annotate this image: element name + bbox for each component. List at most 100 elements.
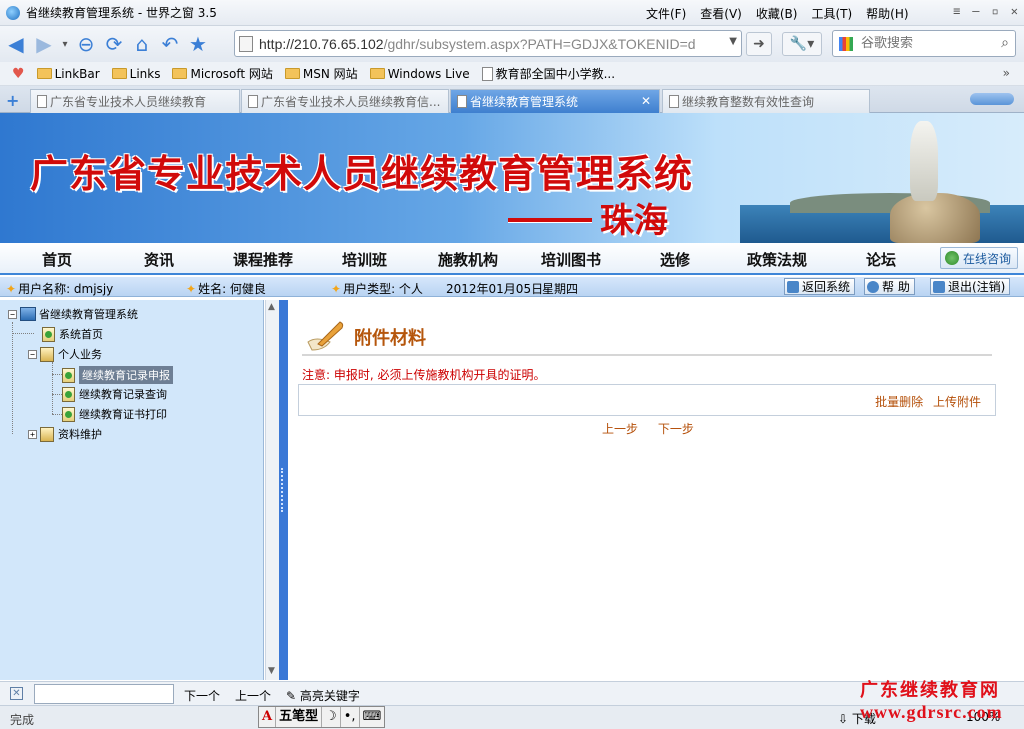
bookmark-windows-live[interactable]: Windows Live bbox=[369, 67, 470, 81]
address-dropdown-icon[interactable]: ▼ bbox=[729, 36, 737, 47]
section-title: 附件材料 bbox=[354, 328, 426, 349]
menu-file[interactable]: 文件(F) bbox=[646, 5, 686, 22]
document-icon bbox=[62, 386, 75, 402]
expand-icon[interactable]: + bbox=[28, 429, 37, 439]
menu-help[interactable]: 帮助(H) bbox=[866, 5, 908, 22]
menu-favorites[interactable]: 收藏(B) bbox=[756, 5, 798, 22]
nav-forum[interactable]: 论坛 bbox=[866, 249, 896, 270]
search-input[interactable] bbox=[861, 36, 981, 51]
prev-step-link[interactable]: 上一步 bbox=[602, 422, 638, 436]
nav-training-class[interactable]: 培训班 bbox=[342, 249, 387, 270]
computer-icon bbox=[20, 307, 36, 321]
back-icon[interactable]: ◀ bbox=[4, 32, 28, 56]
bookmark-msn[interactable]: MSN 网站 bbox=[284, 65, 358, 82]
ime-keyboard-icon[interactable]: ⌨ bbox=[360, 707, 385, 727]
site-watermark: 广东继续教育网 www.gdrsrc.com bbox=[860, 682, 1024, 722]
usertype-field: ✦ 用户类型: 个人 bbox=[331, 282, 423, 296]
tab-scroll-control[interactable] bbox=[970, 93, 1014, 105]
help-button[interactable]: 帮 助 bbox=[864, 278, 915, 295]
refresh-icon[interactable]: ⟳ bbox=[102, 32, 126, 56]
nav-electives[interactable]: 选修 bbox=[660, 249, 690, 270]
favorites-heart-icon[interactable]: ♥ bbox=[12, 66, 25, 82]
nav-institutions[interactable]: 施教机构 bbox=[438, 249, 498, 270]
address-bar[interactable]: http://210.76.65.102/gdhr/subsystem.aspx… bbox=[234, 30, 742, 57]
find-input[interactable] bbox=[34, 684, 174, 704]
stop-icon[interactable]: ⊖ bbox=[74, 32, 98, 56]
monitor-icon bbox=[787, 280, 799, 293]
menu-tools[interactable]: 工具(T) bbox=[811, 5, 852, 22]
page-icon bbox=[481, 66, 493, 81]
section-divider bbox=[302, 354, 992, 356]
next-step-link[interactable]: 下一步 bbox=[658, 422, 694, 436]
nav-news[interactable]: 资讯 bbox=[144, 249, 174, 270]
scroll-down-icon[interactable]: ▼ bbox=[268, 666, 275, 676]
page-icon bbox=[248, 95, 258, 108]
menu-view[interactable]: 查看(V) bbox=[700, 5, 742, 22]
ime-wubi-label[interactable]: 五笔型 bbox=[276, 707, 323, 727]
nav-training-books[interactable]: 培训图书 bbox=[541, 249, 601, 270]
return-system-button[interactable]: 返回系统 bbox=[784, 278, 856, 295]
maximize-icon[interactable]: ▫ bbox=[992, 4, 999, 18]
tree-item-record-query[interactable]: 继续教育记录查询 bbox=[62, 386, 167, 402]
tools-wrench-button[interactable]: 🔧▾ bbox=[782, 32, 822, 56]
close-icon[interactable]: ✕ bbox=[1011, 4, 1018, 18]
tab-4[interactable]: 继续教育整数有效性查询 bbox=[662, 89, 870, 113]
ime-punct-icon[interactable]: •, bbox=[341, 707, 360, 727]
notice-text: 注意: 申报时, 必须上传施教机构开具的证明。 bbox=[302, 368, 546, 382]
name-field: ✦ 姓名: 何健良 bbox=[186, 282, 266, 296]
logout-button[interactable]: 退出(注销) bbox=[930, 278, 1011, 295]
nav-home[interactable]: 首页 bbox=[42, 249, 72, 270]
find-next-button[interactable]: 下一个 bbox=[184, 687, 220, 704]
bookmark-microsoft[interactable]: Microsoft 网站 bbox=[172, 65, 273, 82]
new-tab-icon[interactable]: + bbox=[6, 91, 19, 110]
watermark-line2: www.gdrsrc.com bbox=[860, 702, 1003, 722]
folder-icon bbox=[40, 346, 54, 362]
menu-toggle-icon[interactable]: ≡ bbox=[953, 4, 960, 18]
document-icon bbox=[42, 326, 55, 342]
tab-close-icon[interactable]: ✕ bbox=[641, 94, 651, 108]
home-icon[interactable]: ⌂ bbox=[130, 32, 154, 56]
close-find-icon[interactable]: ✕ bbox=[10, 687, 23, 700]
tree-item-maintain[interactable]: + 资料维护 bbox=[28, 426, 102, 442]
tree-item-record-declare[interactable]: 继续教育记录申报 bbox=[62, 366, 173, 384]
tree-item-home[interactable]: 系统首页 bbox=[42, 326, 103, 342]
ime-halfwidth-icon[interactable]: ☽ bbox=[322, 707, 341, 727]
scroll-up-icon[interactable]: ▲ bbox=[268, 302, 275, 312]
tree-item-certificate-print[interactable]: 继续教育证书打印 bbox=[62, 406, 167, 422]
search-box[interactable]: ⌕ bbox=[832, 30, 1016, 57]
ime-mode-icon[interactable]: A bbox=[259, 707, 277, 727]
undo-close-icon[interactable]: ↶ bbox=[158, 32, 182, 56]
highlight-keyword-button[interactable]: ✎ 高亮关键字 bbox=[286, 687, 360, 704]
collapse-icon[interactable]: − bbox=[8, 309, 17, 319]
tab-2[interactable]: 广东省专业技术人员继续教育信... bbox=[241, 89, 449, 113]
tab-3-active[interactable]: 省继续教育管理系统 ✕ bbox=[450, 89, 660, 113]
folder-icon bbox=[111, 68, 127, 79]
minimize-icon[interactable]: – bbox=[972, 4, 979, 18]
favorite-star-icon[interactable]: ★ bbox=[186, 32, 210, 56]
splitter-grip[interactable] bbox=[281, 468, 285, 512]
nav-course-recommend[interactable]: 课程推荐 bbox=[233, 249, 293, 270]
online-consult-button[interactable]: 在线咨询 bbox=[940, 247, 1018, 269]
bookmark-linkbar[interactable]: LinkBar bbox=[36, 67, 100, 81]
date-text: 2012年01月05日 bbox=[446, 282, 544, 296]
tree-root[interactable]: − 省继续教育管理系统 bbox=[8, 306, 138, 322]
bookmark-moe[interactable]: 教育部全国中小学教... bbox=[481, 65, 615, 82]
search-icon[interactable]: ⌕ bbox=[1001, 35, 1009, 51]
nav-policies[interactable]: 政策法规 bbox=[747, 249, 807, 270]
find-prev-button[interactable]: 上一个 bbox=[235, 687, 271, 704]
more-bookmarks-icon[interactable]: » bbox=[1003, 66, 1010, 80]
bookmark-links[interactable]: Links bbox=[111, 67, 160, 81]
pane-splitter[interactable] bbox=[279, 300, 288, 680]
sidebar-scrollbar[interactable]: ▲ ▼ bbox=[265, 300, 279, 680]
go-button[interactable]: ➜ bbox=[746, 32, 772, 56]
forward-icon[interactable]: ▶ bbox=[32, 32, 56, 56]
upload-attachment-link[interactable]: 上传附件 bbox=[933, 395, 981, 409]
batch-delete-link[interactable]: 批量删除 bbox=[875, 395, 923, 409]
tab-1[interactable]: 广东省专业技术人员继续教育 bbox=[30, 89, 240, 113]
collapse-icon[interactable]: − bbox=[28, 349, 37, 359]
history-dropdown-icon[interactable]: ▾ bbox=[60, 32, 70, 56]
ime-toolbar[interactable]: A 五笔型 ☽ •, ⌨ bbox=[258, 706, 386, 728]
tree-item-personal[interactable]: − 个人业务 bbox=[28, 346, 102, 362]
address-text[interactable]: http://210.76.65.102/gdhr/subsystem.aspx… bbox=[259, 36, 729, 52]
folder-icon bbox=[284, 68, 300, 79]
